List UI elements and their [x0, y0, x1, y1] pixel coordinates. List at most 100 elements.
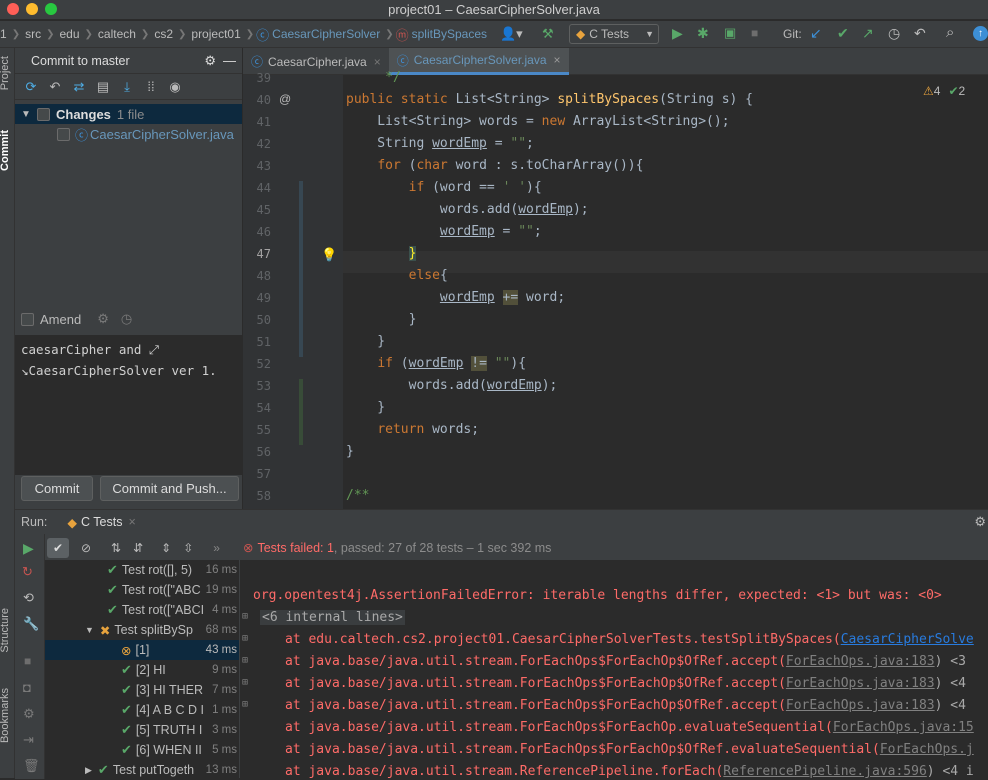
gear-icon[interactable]: ⚙: [204, 53, 216, 69]
test-group-row[interactable]: ▶ ✔ Test putTogeth 13 ms: [45, 760, 239, 780]
git-push-icon[interactable]: ↗: [862, 25, 874, 42]
wrench-icon[interactable]: 🔧: [23, 616, 39, 632]
source-link[interactable]: ForEachOps.java:183: [786, 676, 935, 691]
run-config-selector[interactable]: ◆ C Tests ▼: [569, 24, 659, 44]
git-commit-icon[interactable]: ✔: [837, 25, 849, 42]
amend-checkbox[interactable]: [21, 312, 34, 326]
test-row[interactable]: ✔ Test rot([], 5) 16 ms: [45, 560, 239, 580]
breadcrumb-fragment[interactable]: 1: [0, 27, 10, 41]
expand-icon[interactable]: ⊞: [242, 699, 248, 710]
collapse-all-icon[interactable]: ⇳: [183, 541, 193, 555]
test-row[interactable]: ✔ [4] A B C D I 1 ms: [45, 700, 239, 720]
stop-icon[interactable]: ■: [751, 26, 758, 40]
breadcrumb-caltech[interactable]: caltech: [95, 27, 139, 41]
rollback-icon[interactable]: ↶: [47, 79, 63, 95]
structure-tool-tab[interactable]: Structure: [0, 608, 11, 653]
test-row[interactable]: ✔ [5] TRUTH I 3 ms: [45, 720, 239, 740]
expand-icon[interactable]: ⊞: [242, 677, 248, 688]
project-tool-tab[interactable]: Project: [0, 56, 11, 90]
stop-icon[interactable]: ■: [24, 654, 31, 668]
run-icon[interactable]: ▶: [672, 25, 683, 42]
weak-warning-count: 2: [958, 84, 966, 98]
delete-icon[interactable]: 🗑: [23, 758, 40, 774]
chevron-down-icon[interactable]: ▼: [85, 625, 94, 635]
test-row[interactable]: ✔ [6] WHEN II 5 ms: [45, 740, 239, 760]
test-row[interactable]: ✔ Test rot(["ABCI 4 ms: [45, 600, 239, 620]
commit-button[interactable]: Commit: [21, 476, 93, 501]
refresh-icon[interactable]: ⟳: [23, 79, 39, 95]
source-link[interactable]: ForEachOps.java:15: [833, 720, 974, 735]
test-row-selected[interactable]: ⊗ [1] 43 ms: [45, 640, 239, 660]
coverage-icon[interactable]: ▣: [724, 25, 736, 41]
debug-icon[interactable]: ✱: [697, 25, 709, 42]
sort-duration-icon[interactable]: ⇵: [133, 541, 143, 555]
gear-icon[interactable]: ⚙: [97, 311, 109, 327]
expand-icon[interactable]: ⊞: [242, 633, 248, 644]
search-icon[interactable]: ⌕: [946, 24, 954, 41]
history-icon[interactable]: ◷: [888, 25, 900, 42]
diff-icon[interactable]: ⇄: [71, 79, 87, 95]
commit-message-input[interactable]: caesarCipher and ⤢ ↘CaesarCipherSolver v…: [15, 335, 243, 475]
user-icon[interactable]: 👤▾: [500, 26, 523, 42]
breadcrumb-edu[interactable]: edu: [56, 27, 82, 41]
chevron-right-icon[interactable]: ▶: [85, 765, 92, 776]
changes-checkbox[interactable]: [37, 107, 50, 121]
gear-icon[interactable]: ⚙: [974, 514, 986, 530]
minimize-panel-icon[interactable]: —: [223, 53, 236, 68]
expand-icon[interactable]: ⊞: [242, 611, 248, 622]
source-link[interactable]: ReferencePipeline.java:596: [723, 764, 927, 779]
eye-icon[interactable]: ◉: [167, 79, 183, 95]
group-by-icon[interactable]: ⁞⁞: [143, 79, 159, 94]
test-row[interactable]: ✔ Test rot(["ABC 19 ms: [45, 580, 239, 600]
build-hammer-icon[interactable]: ⚒: [542, 26, 554, 42]
override-marker-icon[interactable]: @: [279, 92, 291, 106]
show-passed-icon[interactable]: ✔: [47, 538, 69, 558]
update-icon[interactable]: ↑: [973, 26, 988, 41]
export-icon[interactable]: ⇥: [23, 732, 34, 748]
breadcrumb-src[interactable]: src: [22, 27, 44, 41]
history-icon[interactable]: ◷: [121, 311, 132, 327]
breadcrumb-method[interactable]: splitBySpaces: [409, 27, 490, 41]
close-icon[interactable]: ×: [128, 515, 135, 529]
more-icon[interactable]: »: [213, 541, 220, 555]
changes-group-row[interactable]: ▼ Changes 1 file: [15, 104, 242, 124]
test-row[interactable]: ✔ [3] HI THER 7 ms: [45, 680, 239, 700]
settings-icon[interactable]: ⚙: [23, 706, 35, 722]
file-checkbox[interactable]: [57, 127, 70, 141]
commit-and-push-button[interactable]: Commit and Push...: [100, 476, 239, 501]
source-link[interactable]: ForEachOps.java:183: [786, 654, 935, 669]
code-line: }: [408, 246, 417, 261]
expand-icon[interactable]: ⊞: [242, 655, 248, 666]
shelve-icon[interactable]: ⤓: [119, 79, 135, 95]
internal-lines-fold[interactable]: <6 internal lines>: [260, 610, 405, 625]
inspection-widget[interactable]: ⚠4 ✔2: [923, 84, 965, 98]
source-link[interactable]: ForEachOps.java:183: [786, 698, 935, 713]
git-update-icon[interactable]: ↙: [810, 25, 822, 42]
camera-icon[interactable]: ◘: [23, 680, 31, 695]
commit-tool-tab[interactable]: Commit: [0, 130, 11, 171]
breadcrumb-project01[interactable]: project01: [188, 27, 243, 41]
bookmarks-tool-tab[interactable]: Bookmarks: [0, 688, 11, 743]
close-icon[interactable]: ×: [554, 53, 561, 67]
changelist-icon[interactable]: ▤: [95, 79, 111, 95]
source-link[interactable]: CaesarCipherSolve: [841, 632, 974, 647]
rerun-icon[interactable]: ▶: [23, 540, 34, 557]
close-icon[interactable]: ×: [374, 55, 381, 69]
show-ignored-icon[interactable]: ⊘: [75, 538, 97, 558]
source-link[interactable]: ForEachOps.j: [880, 742, 974, 757]
test-row[interactable]: ✔ [2] HI 9 ms: [45, 660, 239, 680]
toggle-autotest-icon[interactable]: ⟲: [23, 590, 34, 606]
lightbulb-icon[interactable]: 💡: [321, 247, 337, 263]
sort-alpha-icon[interactable]: ⇅: [111, 541, 121, 555]
chevron-down-icon[interactable]: ▼: [15, 109, 37, 120]
expand-all-icon[interactable]: ⇕: [161, 541, 171, 555]
breadcrumb-class[interactable]: CaesarCipherSolver: [269, 27, 383, 41]
tab-caesar-cipher-solver[interactable]: ⓒ CaesarCipherSolver.java ×: [388, 48, 569, 75]
code-editor: ⓒ CaesarCipher.java × ⓒ CaesarCipherSolv…: [243, 48, 988, 509]
test-group-row[interactable]: ▼ ✖ Test splitBySp 68 ms: [45, 620, 239, 640]
rollback-icon[interactable]: ↶: [914, 25, 926, 42]
rerun-failed-icon[interactable]: ↻: [22, 564, 33, 580]
changed-file-row[interactable]: ⓒ CaesarCipherSolver.java: [15, 124, 242, 144]
breadcrumb-cs2[interactable]: cs2: [151, 27, 176, 41]
run-tab[interactable]: C Tests: [81, 515, 122, 529]
